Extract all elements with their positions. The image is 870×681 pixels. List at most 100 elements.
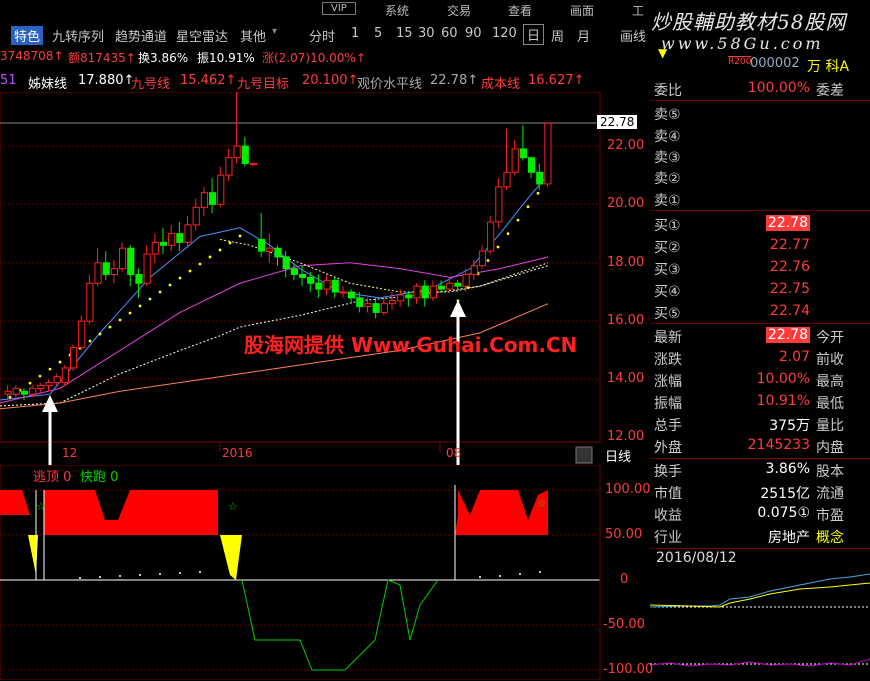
target-dot bbox=[8, 395, 12, 399]
candle-body bbox=[29, 387, 37, 395]
period-week[interactable]: 周 bbox=[551, 26, 564, 45]
target-dot bbox=[148, 297, 152, 301]
sell-row: 卖② bbox=[654, 171, 681, 187]
target-dot bbox=[168, 283, 172, 287]
period-30[interactable]: 30 bbox=[418, 26, 435, 41]
watermark-text: 股海网提供 Www.Guhai.Com.CN bbox=[244, 333, 578, 357]
price-tick: 22.00 bbox=[607, 138, 645, 153]
period-90[interactable]: 90 bbox=[465, 26, 482, 41]
candle-body bbox=[519, 148, 527, 159]
target-dot bbox=[138, 304, 142, 308]
tab-star-radar[interactable]: 星空雷达 bbox=[176, 26, 228, 45]
period-5[interactable]: 5 bbox=[374, 26, 382, 41]
weibi-value: 100.00% bbox=[747, 80, 810, 96]
buy-row[interactable]: 买② 22.77 bbox=[650, 235, 870, 257]
kline-chart[interactable] bbox=[0, 92, 650, 467]
buy-row[interactable]: 买① 22.78 bbox=[650, 213, 870, 235]
sell-row: 卖① bbox=[654, 193, 681, 209]
mini-chart-date: 2016/08/12 bbox=[656, 550, 737, 566]
buy-row[interactable]: 买④ 22.75 bbox=[650, 279, 870, 301]
candle-body bbox=[241, 145, 249, 165]
period-minute[interactable]: 分时 bbox=[309, 26, 335, 45]
menu-vip[interactable]: VIP bbox=[322, 2, 356, 15]
candle-body bbox=[110, 268, 119, 275]
candle-body bbox=[315, 282, 323, 290]
date-tick: 2016 bbox=[222, 446, 253, 460]
tab-nine-turn[interactable]: 九转序列 bbox=[52, 26, 104, 45]
period-1[interactable]: 1 bbox=[351, 26, 359, 41]
period-15[interactable]: 15 bbox=[396, 26, 413, 41]
menu-screen[interactable]: 画面 bbox=[570, 2, 594, 19]
amplitude-value: 振10.91% bbox=[197, 51, 255, 65]
candle-body bbox=[364, 303, 372, 308]
panel-toggle-button[interactable] bbox=[575, 446, 593, 464]
candle-body bbox=[331, 279, 339, 293]
sell-row: 卖④ bbox=[654, 129, 681, 145]
candle-body bbox=[282, 256, 290, 270]
candle-body bbox=[258, 238, 266, 252]
target-dot bbox=[58, 360, 62, 364]
sister-line-value: 17.880↑ bbox=[78, 73, 135, 88]
candle-body bbox=[397, 294, 405, 302]
candle-body bbox=[470, 265, 478, 275]
tab-special[interactable]: 特色 bbox=[11, 26, 44, 45]
stat-row: 涨跌 2.07 前收 bbox=[654, 349, 844, 368]
candle-body bbox=[94, 262, 102, 284]
target-dot bbox=[496, 245, 500, 249]
logo-title: 炒股輔助教材58股网 bbox=[651, 10, 847, 34]
candle-body bbox=[53, 376, 61, 384]
period-120[interactable]: 120 bbox=[492, 26, 517, 41]
dropdown-icon[interactable]: ▾ bbox=[272, 26, 277, 37]
candle-body bbox=[413, 285, 421, 299]
menu-tool[interactable]: 工 bbox=[632, 2, 644, 19]
tab-other[interactable]: 其他 bbox=[240, 26, 266, 45]
cost-line-label: 成本线 bbox=[481, 77, 521, 92]
candle-body bbox=[323, 279, 331, 290]
period-label: 日线 bbox=[605, 450, 632, 465]
buy-row[interactable]: 买⑤ 22.74 bbox=[650, 301, 870, 323]
dropdown-arrow-icon[interactable]: ▼ bbox=[658, 46, 667, 60]
candle-body bbox=[380, 303, 388, 313]
stock-code: 000002 bbox=[750, 56, 800, 71]
period-month[interactable]: 月 bbox=[577, 26, 590, 45]
stock-header: ▼ R200 000002 万 科A bbox=[650, 44, 870, 76]
observe-line-label: 观价水平线 bbox=[357, 77, 423, 92]
stat-row: 总手 375万 量比 bbox=[654, 418, 844, 434]
amount-value: 额817435↑ bbox=[68, 51, 136, 65]
candle-body bbox=[478, 250, 487, 267]
candle-body bbox=[266, 247, 274, 252]
draw-line-tool[interactable]: 画线 bbox=[620, 26, 646, 45]
candle-body bbox=[503, 171, 511, 188]
menu-trade[interactable]: 交易 bbox=[447, 2, 471, 19]
sell-row: 卖③ bbox=[654, 150, 681, 166]
indicator-chart[interactable]: ☆ ☆ ☆ bbox=[0, 465, 650, 680]
stat-row: 最新 22.78 今开 bbox=[654, 327, 844, 346]
buy-row[interactable]: 买③ 22.76 bbox=[650, 257, 870, 279]
target-dot bbox=[516, 218, 520, 222]
candle-body bbox=[307, 276, 315, 284]
candle-body bbox=[388, 300, 397, 305]
candle-body bbox=[544, 122, 552, 185]
indicator-prefix: 51 bbox=[0, 73, 17, 88]
candle-body bbox=[168, 233, 176, 246]
change-value: 涨(2.07)10.00%↑ bbox=[262, 51, 366, 65]
candle-body bbox=[527, 157, 536, 173]
period-60[interactable]: 60 bbox=[441, 26, 458, 41]
menu-view[interactable]: 查看 bbox=[508, 2, 532, 19]
stock-name: 万 科A bbox=[807, 59, 850, 75]
candle-body bbox=[20, 390, 29, 395]
candle-body bbox=[102, 262, 110, 275]
price-tick: 14.00 bbox=[607, 371, 645, 386]
indicator-tick: 0 bbox=[620, 572, 629, 587]
menu-system[interactable]: 系统 bbox=[385, 2, 409, 19]
candle-body bbox=[233, 145, 241, 159]
candle-body bbox=[192, 206, 200, 226]
sell-row: 卖⑤ bbox=[654, 107, 681, 123]
target-dot bbox=[188, 269, 192, 273]
tab-trend-channel[interactable]: 趋势通道 bbox=[115, 26, 167, 45]
mini-chart-panel[interactable]: 2016/08/12 bbox=[650, 548, 870, 681]
target-dot bbox=[178, 276, 182, 280]
period-day[interactable]: 日 bbox=[523, 24, 545, 45]
target-dot bbox=[218, 248, 222, 252]
candle-body bbox=[143, 253, 151, 284]
